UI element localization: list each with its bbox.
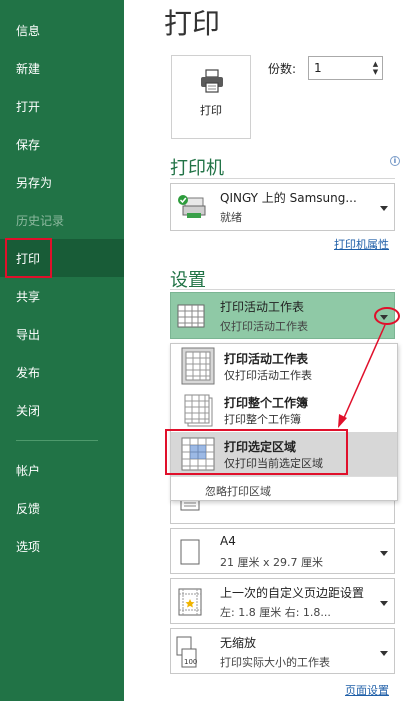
nav-account[interactable]: 帐户 [0,451,124,489]
copies-label: 份数: [268,62,297,76]
svg-text:100: 100 [184,658,197,666]
paper-size-title: A4 [220,534,236,548]
copies-stepper[interactable]: 1 ▲ ▼ [308,56,383,80]
printer-section-rule [170,178,395,179]
paper-page-icon [180,539,200,565]
print-panel: 打印 打印 份数: 1 ▲ ▼ 打印机 i QINGY 上的 Samsung..… [124,0,415,701]
scaling-icon: 100 [176,636,197,668]
page-setup-link[interactable]: 页面设置 [345,682,389,698]
paper-size-caret-icon[interactable] [380,551,388,556]
margins-sub: 左: 1.8 厘米 右: 1.8... [220,606,331,619]
nav-new[interactable]: 新建 [0,49,124,87]
nav-info[interactable]: 信息 [0,11,124,49]
printer-status: 就绪 [220,211,242,224]
scaling-caret-icon[interactable] [380,651,388,656]
margins-title: 上一次的自定义页边距设置 [220,586,365,600]
printer-properties-link[interactable]: 打印机属性 [334,236,389,252]
workbook-icon [184,394,213,427]
selection-highlight-box [165,429,348,475]
print-scope-select[interactable]: 打印活动工作表 仅打印活动工作表 [170,292,395,339]
settings-section-rule [170,289,395,290]
dropdown-option-entire-workbook[interactable]: 打印整个工作簿 打印整个工作簿 [171,388,397,432]
nav-save[interactable]: 保存 [0,125,124,163]
print-scope-dropdown-list: 打印活动工作表 仅打印活动工作表 打印整个工作簿 打印整个工作簿 打印选定区域 … [170,343,398,501]
chevron-up-icon[interactable]: ▲ [373,60,378,68]
print-scope-sub: 仅打印活动工作表 [220,320,308,333]
dropdown-divider [171,476,397,477]
nav-close[interactable]: 关闭 [0,391,124,429]
sheet-grid-icon [177,304,205,328]
chevron-down-icon[interactable]: ▼ [373,68,378,76]
nav-open[interactable]: 打开 [0,87,124,125]
page-title: 打印 [164,7,221,40]
backstage-sidebar: 信息 新建 打开 保存 另存为 历史记录 打印 共享 导出 发布 关闭 帐户 反… [0,0,124,701]
nav-publish[interactable]: 发布 [0,353,124,391]
nav-options[interactable]: 选项 [0,527,124,565]
nav-history: 历史记录 [16,213,65,228]
scaling-title: 无缩放 [220,636,257,650]
nav-divider [16,440,98,441]
scaling-sub: 打印实际大小的工作表 [220,656,330,669]
dropdown-option-active-sheet[interactable]: 打印活动工作表 仅打印活动工作表 [171,344,397,388]
print-button[interactable]: 打印 [171,55,251,139]
margins-caret-icon[interactable] [380,601,388,606]
active-sheet-icon [181,347,215,385]
ignore-print-area-option[interactable]: 忽略打印区域 [205,483,271,499]
nav-save-as[interactable]: 另存为 [0,163,124,201]
info-icon[interactable]: i [390,156,400,166]
margins-icon [178,588,202,616]
copies-spin[interactable]: ▲ ▼ [369,57,382,79]
paper-size-sub: 21 厘米 x 29.7 厘米 [220,556,323,569]
caret-highlight-circle [374,307,400,325]
nav-export[interactable]: 导出 [0,315,124,353]
printer-icon [201,69,223,93]
nav-share[interactable]: 共享 [0,277,124,315]
excel-backstage: 信息 新建 打开 保存 另存为 历史记录 打印 共享 导出 发布 关闭 帐户 反… [0,0,415,701]
printer-name: QINGY 上的 Samsung... [220,191,357,205]
margins-select[interactable]: 上一次的自定义页边距设置 左: 1.8 厘米 右: 1.8... [170,578,395,624]
paper-size-select[interactable]: A4 21 厘米 x 29.7 厘米 [170,528,395,574]
printer-select[interactable]: QINGY 上的 Samsung... 就绪 [170,183,395,231]
nav-feedback[interactable]: 反馈 [0,489,124,527]
nav-print-highlight [5,238,52,278]
printer-device-icon [178,195,206,218]
printer-dropdown-caret-icon[interactable] [380,206,388,211]
scaling-select[interactable]: 100 无缩放 打印实际大小的工作表 [170,628,395,674]
print-scope-title: 打印活动工作表 [220,300,305,314]
copies-value[interactable]: 1 [309,61,369,75]
printer-section-title: 打印机 [170,158,224,179]
